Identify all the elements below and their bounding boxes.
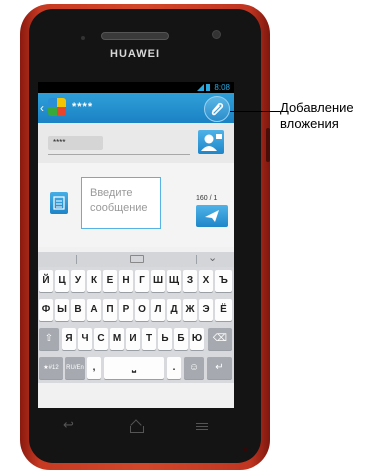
document-icon xyxy=(53,196,65,210)
paperclip-icon xyxy=(211,102,224,116)
key[interactable]: Ч xyxy=(78,328,92,350)
messaging-app-icon[interactable] xyxy=(48,98,66,116)
status-bar: 8:08 xyxy=(38,82,234,93)
nav-menu-icon[interactable] xyxy=(196,423,208,424)
language-key[interactable]: RU/En xyxy=(65,357,85,379)
keyboard: Й Ц У К Е Н Г Ш Щ З Х Ъ Ф Ы В А П Р О Л … xyxy=(38,267,234,383)
key[interactable]: У xyxy=(71,270,85,292)
key[interactable]: Ъ xyxy=(215,270,232,292)
proximity-sensor xyxy=(81,36,85,40)
key[interactable]: Г xyxy=(135,270,149,292)
message-placeholder: Введите сообщение xyxy=(90,186,148,216)
navigation-bar: ↩ xyxy=(38,410,234,458)
recipients-row: **** xyxy=(38,123,234,163)
space-key[interactable]: ⎵ xyxy=(104,357,164,379)
key[interactable]: Ь xyxy=(158,328,172,350)
template-button[interactable] xyxy=(50,192,68,214)
key[interactable]: Д xyxy=(167,299,181,321)
key[interactable]: Т xyxy=(142,328,156,350)
shift-key[interactable]: ⇧ xyxy=(39,328,59,350)
conversation-header: ‹ **** xyxy=(38,93,234,123)
add-contact-button[interactable] xyxy=(198,130,224,154)
notification-led xyxy=(244,448,247,451)
back-chevron-icon[interactable]: ‹ xyxy=(40,101,44,115)
toolbar-divider xyxy=(76,255,77,264)
key[interactable]: Л xyxy=(151,299,165,321)
emoji-key[interactable]: ☺ xyxy=(184,357,204,379)
key[interactable]: С xyxy=(94,328,108,350)
key[interactable]: Х xyxy=(199,270,213,292)
enter-key[interactable]: ↵ xyxy=(207,357,232,379)
earpiece-speaker xyxy=(101,32,169,40)
key[interactable]: Ю xyxy=(190,328,204,350)
send-arrow-icon xyxy=(205,210,219,222)
signal-icon xyxy=(197,84,204,91)
key[interactable]: Р xyxy=(119,299,133,321)
conversation-title: **** xyxy=(72,101,94,113)
callout-line-2: вложения xyxy=(280,116,339,131)
contact-icon xyxy=(201,134,222,151)
key[interactable]: Ж xyxy=(183,299,197,321)
placeholder-line-2: сообщение xyxy=(90,202,148,214)
character-counter: 160 / 1 xyxy=(196,195,218,202)
recipient-field-underline xyxy=(48,154,190,155)
backspace-key[interactable]: ⌫ xyxy=(208,328,232,350)
placeholder-line-1: Введите xyxy=(90,187,133,199)
message-input[interactable]: Введите сообщение xyxy=(81,177,161,229)
brand-logo: HUAWEI xyxy=(110,48,160,60)
keyboard-row-4: ★#12 RU/En , ⎵ . ☺ ↵ xyxy=(38,357,234,380)
key[interactable]: Б xyxy=(174,328,188,350)
keyboard-row-1: Й Ц У К Е Н Г Ш Щ З Х Ъ xyxy=(38,270,234,293)
callout-line-1: Добавление xyxy=(280,100,354,115)
key[interactable]: К xyxy=(87,270,101,292)
recipient-chip[interactable]: **** xyxy=(48,136,103,150)
key[interactable]: Щ xyxy=(167,270,181,292)
symbols-key[interactable]: ★#12 xyxy=(39,357,63,379)
send-button[interactable] xyxy=(196,205,228,227)
key[interactable]: М xyxy=(110,328,124,350)
battery-icon xyxy=(206,84,210,91)
keyboard-row-3: ⇧ Я Ч С М И Т Ь Б Ю ⌫ xyxy=(38,328,234,351)
callout-leader-line xyxy=(230,111,280,112)
attach-button[interactable] xyxy=(204,96,230,122)
comma-key[interactable]: , xyxy=(87,357,101,379)
nav-home-icon[interactable] xyxy=(130,426,144,433)
key[interactable]: Ш xyxy=(151,270,165,292)
screen: 8:08 ‹ **** **** Введите сообщение 160 /… xyxy=(38,82,234,408)
period-key[interactable]: . xyxy=(167,357,181,379)
compose-area: Введите сообщение 160 / 1 xyxy=(38,163,234,247)
keyboard-toolbar: ⌄ xyxy=(38,252,234,267)
key[interactable]: Ы xyxy=(55,299,69,321)
front-camera xyxy=(212,30,221,39)
key[interactable]: Ё xyxy=(215,299,232,321)
key[interactable]: З xyxy=(183,270,197,292)
keyboard-switch-icon[interactable] xyxy=(130,255,144,263)
key[interactable]: В xyxy=(71,299,85,321)
key[interactable]: Н xyxy=(119,270,133,292)
key[interactable]: Ц xyxy=(55,270,69,292)
key[interactable]: Я xyxy=(62,328,76,350)
key[interactable]: О xyxy=(135,299,149,321)
status-time: 8:08 xyxy=(214,83,230,92)
key[interactable]: Э xyxy=(199,299,213,321)
key[interactable]: П xyxy=(103,299,117,321)
key[interactable]: Е xyxy=(103,270,117,292)
nav-back-icon[interactable]: ↩ xyxy=(63,417,74,433)
side-volume-button xyxy=(266,128,270,162)
key[interactable]: А xyxy=(87,299,101,321)
key[interactable]: Ф xyxy=(39,299,53,321)
toolbar-divider xyxy=(196,255,197,264)
keyboard-row-2: Ф Ы В А П Р О Л Д Ж Э Ё xyxy=(38,299,234,322)
key[interactable]: И xyxy=(126,328,140,350)
hide-keyboard-chevron-icon[interactable]: ⌄ xyxy=(208,251,217,264)
attachment-callout: Добавление вложения xyxy=(280,100,354,132)
key[interactable]: Й xyxy=(39,270,53,292)
